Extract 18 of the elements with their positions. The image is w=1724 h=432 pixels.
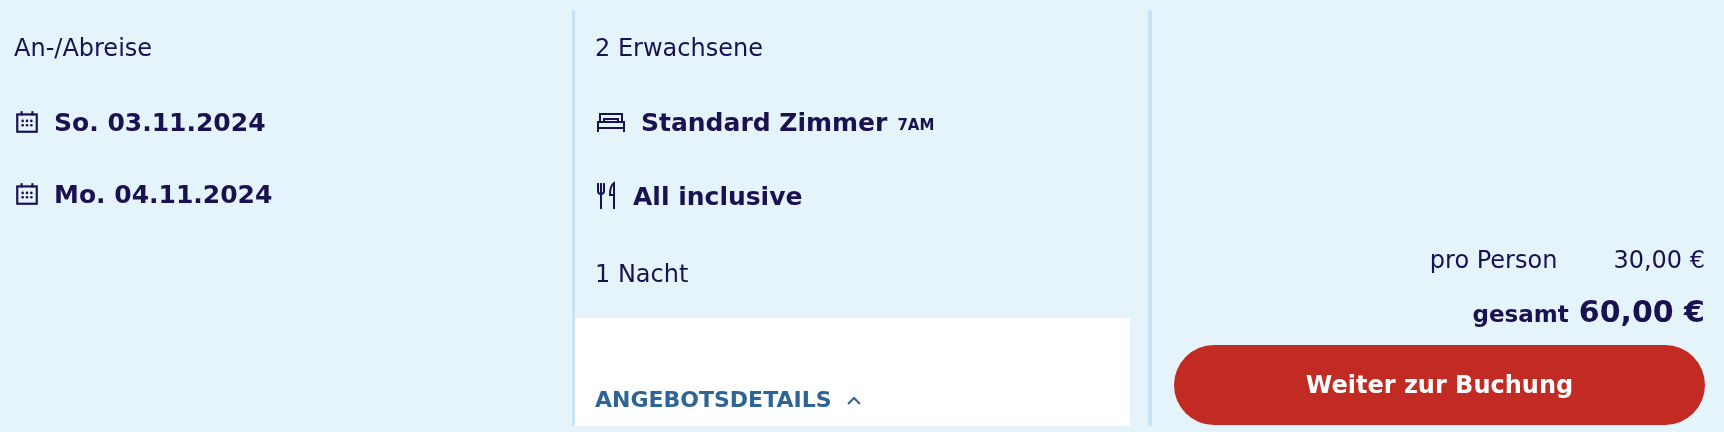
bed-icon	[595, 110, 627, 134]
room-code: 7AM	[897, 116, 935, 136]
date-text: Mo. 04.11.2024	[54, 179, 273, 209]
board-text: All inclusive	[633, 181, 803, 211]
calendar-icon	[14, 109, 40, 135]
per-person-price: 30,00 €	[1613, 246, 1705, 274]
guests-text: 2 Erwachsene	[595, 33, 763, 64]
offer-details-toggle[interactable]: ANGEBOTSDETAILS	[595, 387, 862, 412]
nights-text: 1 Nacht	[595, 259, 689, 290]
travel-dates-label: An-/Abreise	[14, 33, 153, 64]
chevron-icon	[845, 394, 862, 405]
total-price: 60,00 €	[1578, 294, 1705, 329]
calendar-icon	[14, 181, 40, 207]
total-label: gesamt	[1472, 301, 1569, 327]
per-person-label: pro Person	[1429, 246, 1558, 274]
date-text: So. 03.11.2024	[54, 107, 266, 137]
continue-booking-button[interactable]: Weiter zur Buchung	[1174, 345, 1705, 425]
room-name: Standard Zimmer	[641, 107, 888, 137]
